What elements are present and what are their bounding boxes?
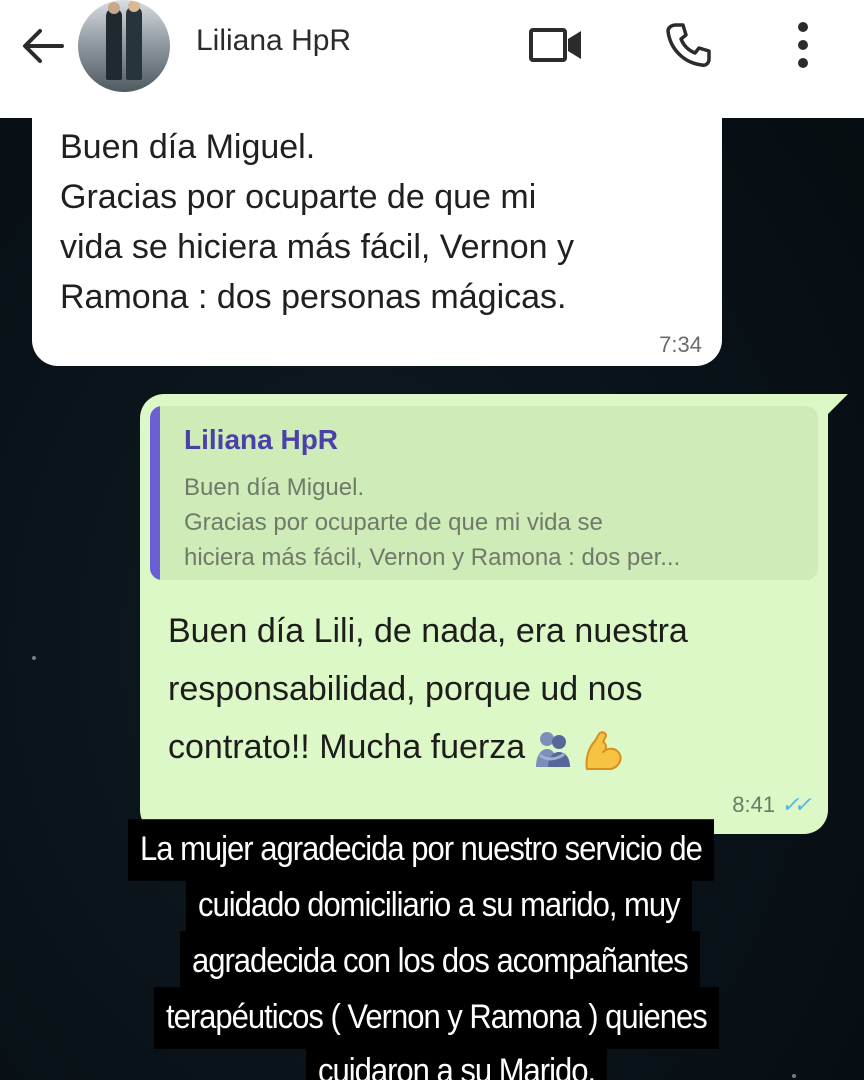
outgoing-message-bubble[interactable]: Liliana HpR Buen día Miguel. Gracias por… — [140, 394, 828, 834]
contact-name[interactable]: Liliana HpR — [196, 24, 351, 58]
caption-line-5: cuidaron a su Marido. — [306, 1041, 608, 1080]
chat-header: Liliana HpR — [0, 0, 864, 118]
caption-line-4: terapéuticos ( Vernon y Ramona ) quienes — [154, 987, 719, 1049]
video-call-button[interactable] — [528, 20, 584, 70]
more-options-button[interactable] — [778, 20, 828, 70]
incoming-message-bubble[interactable]: Buen día Miguel. Gracias por ocuparte de… — [32, 110, 722, 366]
video-call-icon — [529, 28, 581, 62]
caption-line-2: cuidado domiciliario a su marido, muy — [186, 875, 692, 937]
caption-line-3: agradecida con los dos acompañantes — [180, 931, 700, 993]
quoted-author: Liliana HpR — [184, 424, 339, 455]
quoted-reply[interactable]: Liliana HpR Buen día Miguel. Gracias por… — [150, 406, 818, 580]
people-hugging-emoji — [533, 729, 573, 769]
quoted-text: Buen día Miguel. Gracias por ocuparte de… — [184, 474, 681, 571]
flexed-biceps-emoji — [581, 729, 622, 771]
back-button[interactable] — [18, 24, 66, 68]
caption-overlay: La mujer agradecida por nuestro servicio… — [0, 808, 864, 1080]
back-arrow-icon — [23, 29, 64, 63]
caption-line-1: La mujer agradecida por nuestro servicio… — [128, 819, 714, 881]
quote-accent-bar — [150, 406, 160, 580]
outgoing-message-text-block: Buen día Lili, de nada, era nuestra resp… — [168, 602, 808, 776]
more-vert-icon — [798, 22, 808, 68]
voice-call-button[interactable] — [660, 20, 716, 70]
incoming-message-time: 7:34 — [659, 332, 702, 357]
incoming-message-text: Buen día Miguel. Gracias por ocuparte de… — [60, 128, 575, 316]
phone-icon — [666, 23, 711, 67]
avatar[interactable] — [78, 0, 170, 92]
